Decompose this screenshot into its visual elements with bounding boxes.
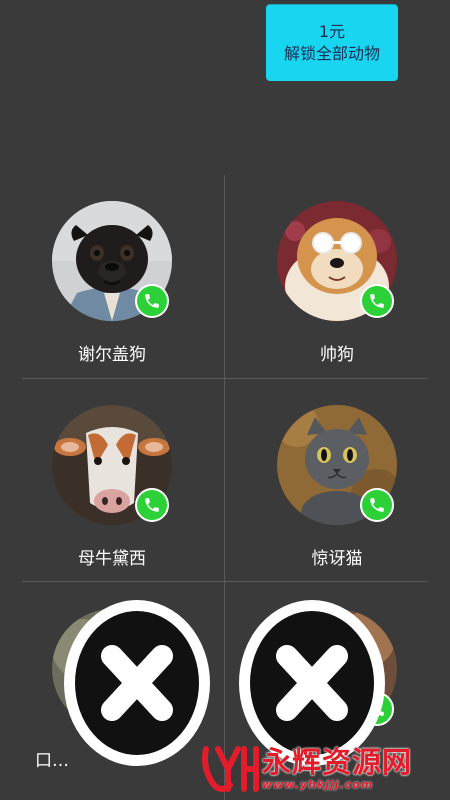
animal-avatar: [277, 201, 397, 321]
unlock-all-button[interactable]: 1元 解锁全部动物: [266, 4, 398, 81]
unlock-label: 解锁全部动物: [283, 43, 380, 63]
animal-avatar: [52, 405, 172, 525]
phone-icon[interactable]: [360, 284, 394, 318]
grid-divider-horizontal: [22, 581, 428, 582]
animal-card-cow-daisy[interactable]: 母牛黛西: [0, 379, 224, 579]
phone-icon[interactable]: [135, 488, 169, 522]
phone-icon[interactable]: [135, 284, 169, 318]
animal-avatar: [277, 405, 397, 525]
animal-card-sergei-dog[interactable]: 谢尔盖狗: [0, 175, 224, 375]
watermark-title: 永辉资源网: [262, 744, 413, 779]
animal-card-surprised-cat[interactable]: 惊讶猫: [225, 379, 449, 579]
unlock-price: 1元: [318, 21, 346, 41]
close-icon[interactable]: [62, 598, 212, 768]
animal-card-handsome-dog[interactable]: 帅狗: [225, 175, 449, 375]
watermark-url: www.yhkjjj.com: [262, 777, 374, 791]
animal-name: 母牛黛西: [78, 549, 146, 569]
phone-icon[interactable]: [360, 488, 394, 522]
animal-avatar: [52, 201, 172, 321]
animal-name: 谢尔盖狗: [78, 345, 146, 365]
animal-name: 惊讶猫: [311, 549, 363, 569]
watermark-logo-icon: [202, 746, 259, 792]
animal-name: 帅狗: [320, 345, 354, 365]
watermark: 永辉资源网 www.yhkjjj.com: [200, 742, 446, 794]
